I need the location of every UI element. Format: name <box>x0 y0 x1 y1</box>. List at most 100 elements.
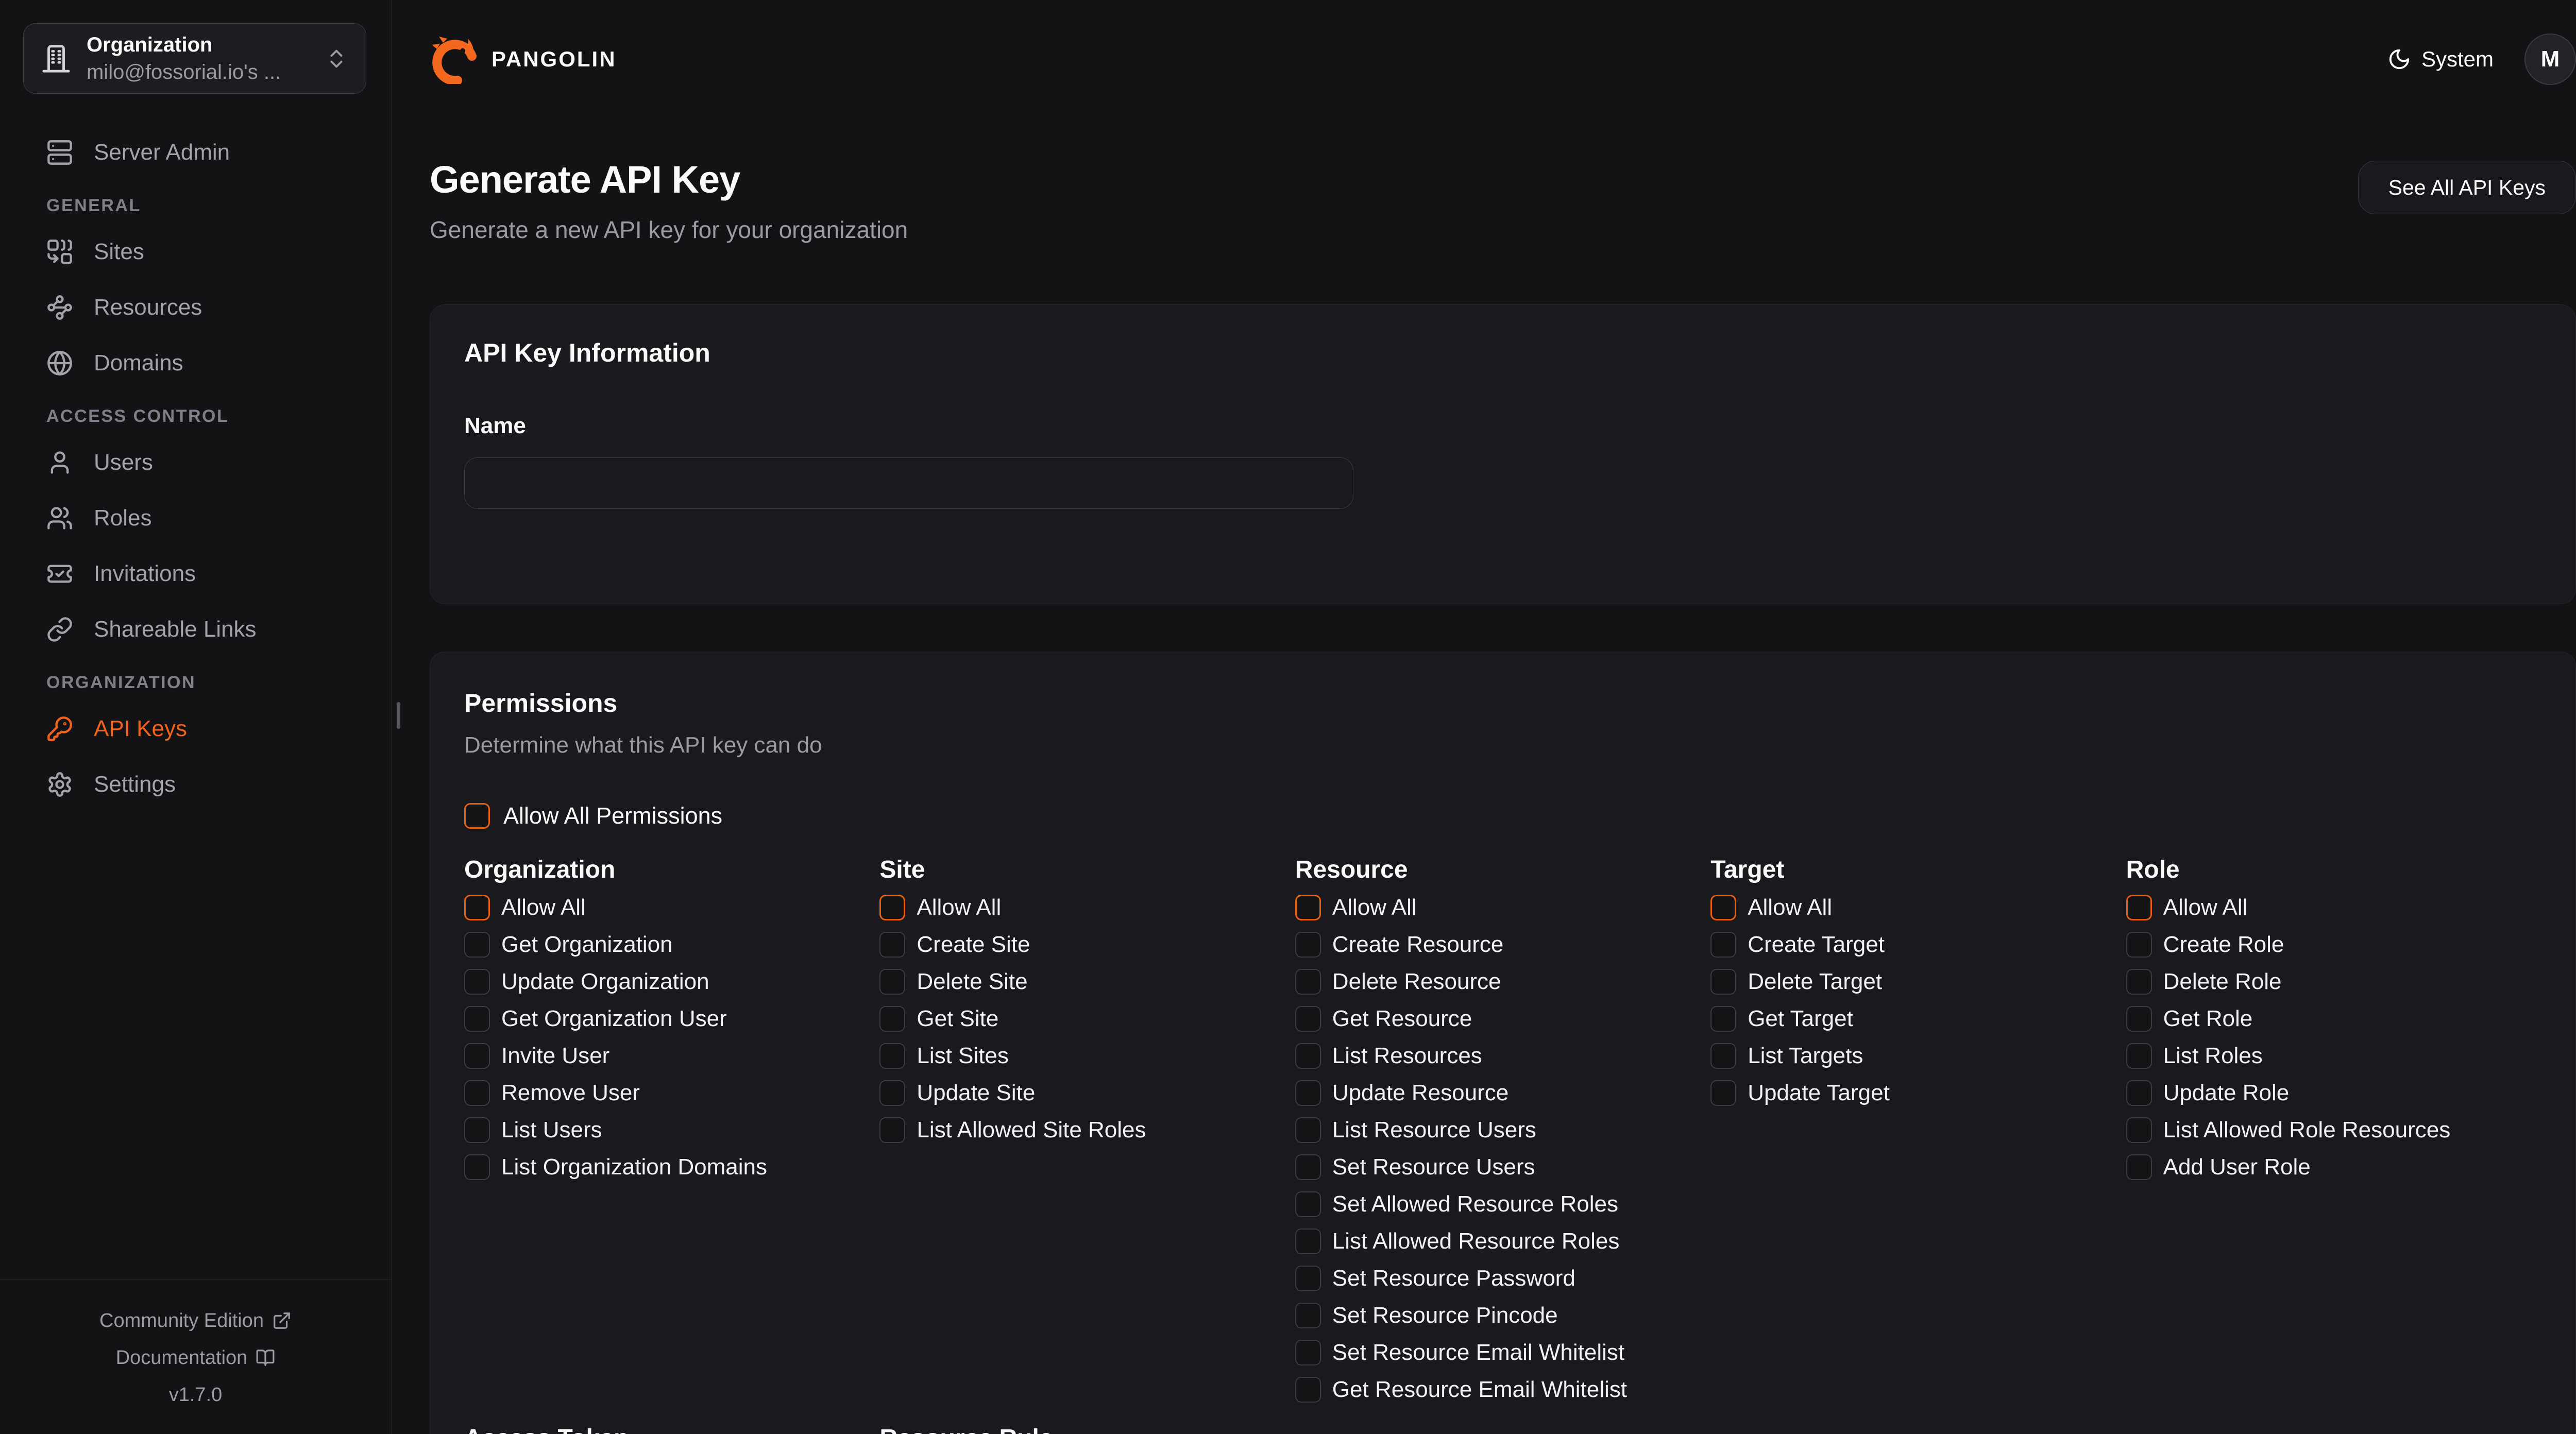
checkbox[interactable] <box>2126 969 2152 995</box>
permission-row-get-site[interactable]: Get Site <box>879 1000 998 1037</box>
permission-row-update-organization[interactable]: Update Organization <box>464 963 709 1000</box>
documentation-link[interactable]: Documentation <box>0 1339 391 1376</box>
permission-row-list-resource-users[interactable]: List Resource Users <box>1295 1112 1536 1149</box>
permission-row-create-role[interactable]: Create Role <box>2126 926 2284 963</box>
checkbox[interactable] <box>464 1154 490 1180</box>
checkbox[interactable] <box>464 1117 490 1143</box>
permission-row-invite-user[interactable]: Invite User <box>464 1037 609 1074</box>
allow-all-permissions-row[interactable]: Allow All Permissions <box>464 803 722 829</box>
checkbox[interactable] <box>1295 1266 1321 1291</box>
checkbox[interactable] <box>464 895 490 920</box>
checkbox[interactable] <box>879 895 905 920</box>
checkbox[interactable] <box>1295 1340 1321 1365</box>
sidebar-item-api-keys[interactable]: API Keys <box>46 709 370 748</box>
checkbox[interactable] <box>464 1043 490 1069</box>
checkbox[interactable] <box>1295 1154 1321 1180</box>
checkbox[interactable] <box>1710 932 1736 958</box>
permission-row-list-users[interactable]: List Users <box>464 1112 602 1149</box>
checkbox[interactable] <box>1710 895 1736 920</box>
sidebar-item-resources[interactable]: Resources <box>46 288 370 327</box>
permission-row-get-resource-email-whitelist[interactable]: Get Resource Email Whitelist <box>1295 1371 1627 1408</box>
checkbox[interactable] <box>1295 1191 1321 1217</box>
permission-row-create-target[interactable]: Create Target <box>1710 926 1885 963</box>
permission-row-get-role[interactable]: Get Role <box>2126 1000 2253 1037</box>
checkbox[interactable] <box>1710 1006 1736 1032</box>
checkbox[interactable] <box>879 1043 905 1069</box>
permission-row-list-targets[interactable]: List Targets <box>1710 1037 1863 1074</box>
community-edition-link[interactable]: Community Edition <box>0 1302 391 1339</box>
checkbox[interactable] <box>1295 969 1321 995</box>
permission-row-create-site[interactable]: Create Site <box>879 926 1030 963</box>
sidebar-item-users[interactable]: Users <box>46 443 370 482</box>
permission-row-allow-all[interactable]: Allow All <box>1295 889 1417 926</box>
pangolin-logo[interactable]: PANGOLIN <box>430 35 617 84</box>
permission-row-get-organization-user[interactable]: Get Organization User <box>464 1000 727 1037</box>
sidebar-item-invitations[interactable]: Invitations <box>46 554 370 593</box>
permission-row-create-resource[interactable]: Create Resource <box>1295 926 1504 963</box>
sidebar-item-domains[interactable]: Domains <box>46 344 370 383</box>
checkbox[interactable] <box>1710 1043 1736 1069</box>
permission-row-list-sites[interactable]: List Sites <box>879 1037 1009 1074</box>
permission-row-allow-all[interactable]: Allow All <box>464 889 586 926</box>
checkbox[interactable] <box>879 1117 905 1143</box>
checkbox[interactable] <box>879 932 905 958</box>
permission-row-set-resource-email-whitelist[interactable]: Set Resource Email Whitelist <box>1295 1334 1624 1371</box>
permission-row-update-target[interactable]: Update Target <box>1710 1074 1890 1112</box>
permission-row-get-target[interactable]: Get Target <box>1710 1000 1853 1037</box>
checkbox[interactable] <box>2126 1117 2152 1143</box>
permission-row-allow-all[interactable]: Allow All <box>879 889 1001 926</box>
sidebar-item-shareable-links[interactable]: Shareable Links <box>46 610 370 649</box>
permission-row-set-resource-password[interactable]: Set Resource Password <box>1295 1260 1575 1297</box>
permission-row-add-user-role[interactable]: Add User Role <box>2126 1149 2311 1186</box>
permission-row-update-resource[interactable]: Update Resource <box>1295 1074 1509 1112</box>
avatar[interactable]: M <box>2524 33 2576 85</box>
checkbox[interactable] <box>879 1080 905 1106</box>
permission-row-set-resource-pincode[interactable]: Set Resource Pincode <box>1295 1297 1558 1334</box>
sidebar-item-server-admin[interactable]: Server Admin <box>46 133 370 172</box>
checkbox[interactable] <box>1295 1377 1321 1403</box>
permission-row-list-allowed-resource-roles[interactable]: List Allowed Resource Roles <box>1295 1223 1620 1260</box>
checkbox[interactable] <box>1295 1303 1321 1328</box>
checkbox[interactable] <box>464 969 490 995</box>
checkbox[interactable] <box>2126 932 2152 958</box>
sidebar-item-roles[interactable]: Roles <box>46 499 370 538</box>
sidebar-item-settings[interactable]: Settings <box>46 765 370 804</box>
sidebar-item-sites[interactable]: Sites <box>46 232 370 271</box>
permission-row-list-allowed-role-resources[interactable]: List Allowed Role Resources <box>2126 1112 2451 1149</box>
permission-row-list-allowed-site-roles[interactable]: List Allowed Site Roles <box>879 1112 1146 1149</box>
checkbox[interactable] <box>2126 1154 2152 1180</box>
checkbox[interactable] <box>879 969 905 995</box>
checkbox[interactable] <box>2126 1043 2152 1069</box>
org-picker[interactable]: Organization milo@fossorial.io's ... <box>23 23 366 94</box>
see-all-api-keys-button[interactable]: See All API Keys <box>2358 161 2576 214</box>
checkbox[interactable] <box>2126 895 2152 920</box>
permission-row-allow-all[interactable]: Allow All <box>1710 889 1832 926</box>
permission-row-get-organization[interactable]: Get Organization <box>464 926 673 963</box>
permission-row-list-roles[interactable]: List Roles <box>2126 1037 2263 1074</box>
checkbox[interactable] <box>879 1006 905 1032</box>
checkbox[interactable] <box>2126 1006 2152 1032</box>
permission-row-allow-all[interactable]: Allow All <box>2126 889 2248 926</box>
checkbox[interactable] <box>1710 1080 1736 1106</box>
allow-all-permissions-checkbox[interactable] <box>464 803 490 829</box>
permission-row-delete-resource[interactable]: Delete Resource <box>1295 963 1501 1000</box>
checkbox[interactable] <box>1710 969 1736 995</box>
permission-row-remove-user[interactable]: Remove User <box>464 1074 640 1112</box>
theme-toggle[interactable]: System <box>2387 47 2494 72</box>
permission-row-set-resource-users[interactable]: Set Resource Users <box>1295 1149 1535 1186</box>
checkbox[interactable] <box>1295 1006 1321 1032</box>
permission-row-get-resource[interactable]: Get Resource <box>1295 1000 1472 1037</box>
permission-row-update-role[interactable]: Update Role <box>2126 1074 2290 1112</box>
checkbox[interactable] <box>1295 932 1321 958</box>
checkbox[interactable] <box>1295 895 1321 920</box>
checkbox[interactable] <box>1295 1043 1321 1069</box>
name-input[interactable] <box>464 457 1353 509</box>
checkbox[interactable] <box>2126 1080 2152 1106</box>
checkbox[interactable] <box>464 932 490 958</box>
checkbox[interactable] <box>1295 1117 1321 1143</box>
permission-row-delete-target[interactable]: Delete Target <box>1710 963 1882 1000</box>
permission-row-delete-site[interactable]: Delete Site <box>879 963 1027 1000</box>
checkbox[interactable] <box>1295 1080 1321 1106</box>
permission-row-delete-role[interactable]: Delete Role <box>2126 963 2282 1000</box>
permission-row-list-resources[interactable]: List Resources <box>1295 1037 1482 1074</box>
